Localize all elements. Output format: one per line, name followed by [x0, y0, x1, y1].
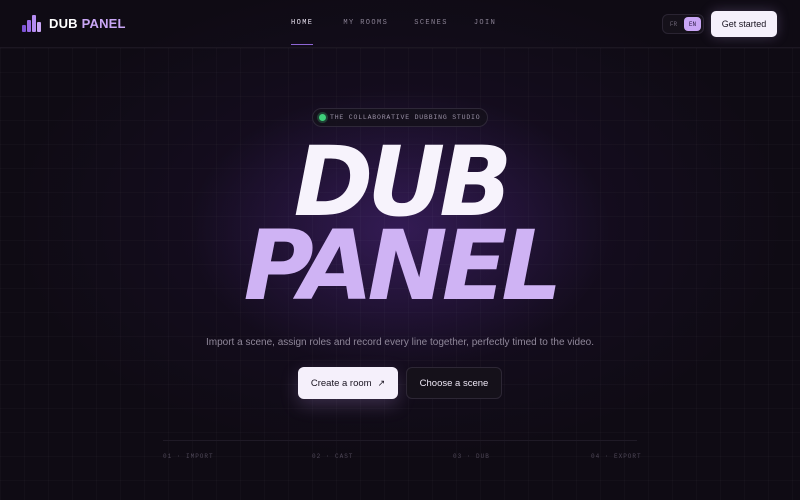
workflow-steps: 01 · IMPORT 02 · CAST 03 · DUB 04 · EXPO… [163, 440, 641, 470]
create-room-button[interactable]: Create a room ↗ [298, 367, 398, 399]
top-nav: DUB PANEL HOME MY ROOMS SCENES JOIN FR E… [0, 0, 800, 48]
nav-link-join[interactable]: JOIN [474, 19, 496, 27]
equalizer-bars-icon [22, 15, 43, 32]
nav-link-my-rooms[interactable]: MY ROOMS [343, 19, 388, 27]
main-nav: HOME MY ROOMS SCENES JOIN [291, 19, 496, 45]
logo-word-dub: DUB [49, 16, 78, 31]
get-started-button[interactable]: Get started [711, 11, 777, 37]
language-option-en[interactable]: EN [684, 17, 701, 31]
hero-title-line-2: PANEL [243, 210, 563, 322]
logo[interactable]: DUB PANEL [22, 15, 126, 32]
step-cast: 02 · CAST [312, 453, 354, 460]
nav-link-scenes[interactable]: SCENES [414, 19, 448, 27]
arrow-up-right-icon: ↗ [377, 377, 386, 388]
hero-badge-text: THE COLLABORATIVE DUBBING STUDIO [330, 114, 481, 121]
choose-scene-button[interactable]: Choose a scene [406, 367, 502, 399]
hero-subtitle: Import a scene, assign roles and record … [206, 337, 594, 348]
logo-text: DUB PANEL [49, 16, 126, 31]
step-import: 01 · IMPORT [163, 453, 214, 460]
status-dot-icon [319, 114, 326, 121]
language-toggle[interactable]: FR EN [662, 14, 704, 34]
language-option-fr[interactable]: FR [665, 17, 682, 31]
choose-scene-label: Choose a scene [419, 377, 489, 389]
step-export: 04 · EXPORT [591, 453, 642, 460]
step-dub: 03 · DUB [453, 453, 490, 460]
logo-word-panel: PANEL [81, 16, 126, 31]
nav-link-home[interactable]: HOME [291, 19, 314, 45]
hero-badge: THE COLLABORATIVE DUBBING STUDIO [312, 108, 488, 127]
create-room-label: Create a room [310, 377, 372, 389]
